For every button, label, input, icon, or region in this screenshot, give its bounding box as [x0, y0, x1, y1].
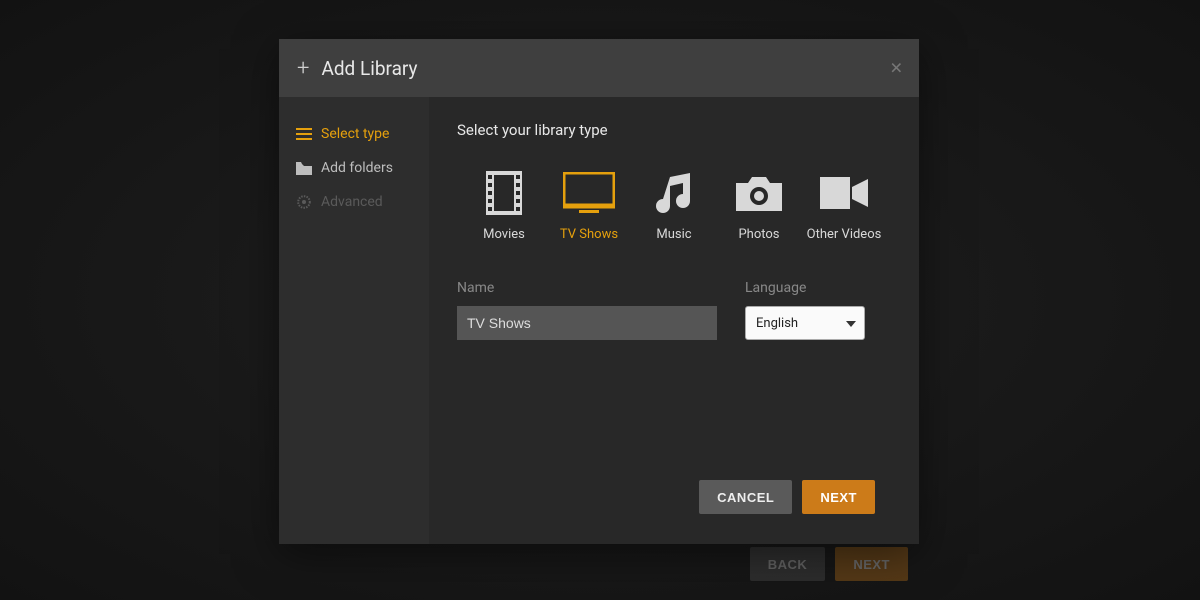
type-music[interactable]: Music — [633, 169, 715, 242]
sidebar-item-label: Advanced — [321, 194, 383, 210]
gear-icon — [295, 195, 313, 209]
language-label: Language — [745, 280, 865, 296]
next-button[interactable]: NEXT — [802, 480, 875, 514]
sidebar-item-select-type[interactable]: Select type — [279, 117, 429, 151]
add-library-modal: + Add Library ✕ Select type Add folders — [279, 39, 919, 544]
form-row: Name Language English — [457, 280, 891, 340]
content-heading: Select your library type — [457, 121, 891, 139]
type-label: Other Videos — [807, 227, 882, 242]
camera-icon — [736, 169, 782, 217]
modal-footer: CANCEL NEXT — [457, 468, 891, 526]
type-tv-shows[interactable]: TV Shows — [548, 169, 630, 242]
modal-title: Add Library — [321, 57, 417, 80]
list-icon — [295, 127, 313, 141]
type-label: Photos — [738, 227, 779, 242]
cancel-button[interactable]: CANCEL — [699, 480, 792, 514]
language-value: English — [756, 316, 798, 331]
sidebar-item-label: Add folders — [321, 160, 393, 176]
close-icon[interactable]: ✕ — [890, 59, 903, 78]
music-icon — [656, 169, 692, 217]
video-icon — [820, 169, 868, 217]
name-field-group: Name — [457, 280, 717, 340]
sidebar-item-advanced: Advanced — [279, 185, 429, 219]
plus-icon: + — [297, 56, 309, 81]
modal-body: Select type Add folders Advanced Select … — [279, 97, 919, 544]
type-photos[interactable]: Photos — [718, 169, 800, 242]
background-wizard-buttons: BACK NEXT — [750, 547, 908, 581]
type-label: TV Shows — [560, 227, 618, 242]
bg-back-button: BACK — [750, 547, 826, 581]
modal-content: Select your library type Movies TV Shows — [429, 97, 919, 544]
name-input[interactable] — [457, 306, 717, 340]
name-label: Name — [457, 280, 717, 296]
language-select[interactable]: English — [745, 306, 865, 340]
chevron-down-icon — [846, 316, 856, 331]
type-label: Music — [656, 227, 691, 242]
type-other-videos[interactable]: Other Videos — [803, 169, 885, 242]
wizard-sidebar: Select type Add folders Advanced — [279, 97, 429, 544]
bg-next-button: NEXT — [835, 547, 908, 581]
tv-icon — [563, 169, 615, 217]
folder-icon — [295, 162, 313, 175]
type-movies[interactable]: Movies — [463, 169, 545, 242]
sidebar-item-label: Select type — [321, 126, 389, 142]
film-icon — [486, 169, 522, 217]
library-type-row: Movies TV Shows Music — [457, 169, 891, 242]
language-field-group: Language English — [745, 280, 865, 340]
modal-header: + Add Library ✕ — [279, 39, 919, 97]
sidebar-item-add-folders[interactable]: Add folders — [279, 151, 429, 185]
type-label: Movies — [483, 227, 525, 242]
